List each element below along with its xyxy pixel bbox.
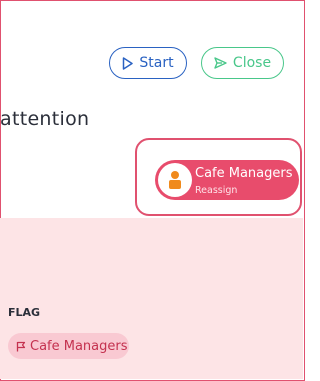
send-icon	[214, 57, 227, 69]
close-label: Close	[232, 55, 272, 71]
assignee-name: Cafe Managers	[195, 166, 293, 181]
reassign-label: Reassign	[195, 185, 238, 196]
flag-icon	[16, 341, 26, 351]
flag-value: Cafe Managers	[30, 338, 128, 354]
start-label: Start	[139, 55, 174, 71]
assignment-card: Cafe Managers Reassign	[135, 138, 302, 216]
flag-chip[interactable]: Cafe Managers	[8, 333, 129, 359]
reassign-button[interactable]: Cafe Managers Reassign	[155, 160, 299, 200]
page-heading: attention	[0, 108, 90, 130]
start-button[interactable]: Start	[109, 47, 187, 79]
flag-label: FLAG	[8, 306, 41, 319]
avatar	[158, 163, 192, 197]
person-icon	[169, 171, 181, 189]
close-button[interactable]: Close	[201, 47, 284, 79]
play-icon	[123, 56, 134, 70]
